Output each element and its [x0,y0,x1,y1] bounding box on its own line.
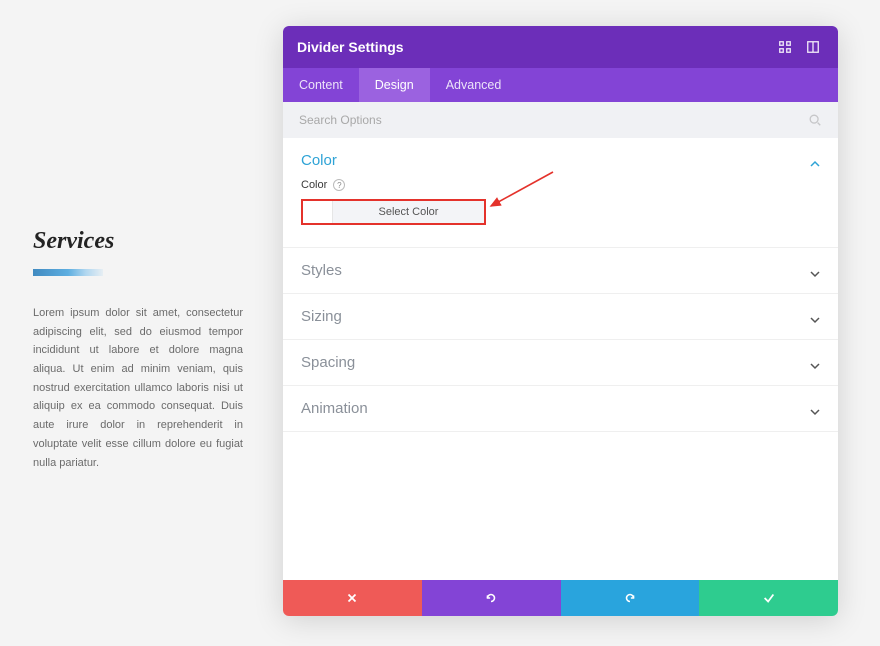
search-icon [808,113,822,127]
save-button[interactable] [699,580,838,616]
color-label-text: Color [301,179,327,191]
modal-header: Divider Settings [283,26,838,68]
section-spacing-header[interactable]: Spacing [283,340,838,385]
section-styles-title: Styles [301,262,342,279]
section-sizing-title: Sizing [301,308,342,325]
section-color: Color Color ? Select Color [283,138,838,248]
section-animation-title: Animation [301,400,368,417]
tab-design[interactable]: Design [359,68,430,102]
section-styles: Styles [283,248,838,294]
section-animation: Animation [283,386,838,432]
section-styles-header[interactable]: Styles [283,248,838,293]
settings-body: Color Color ? Select Color Styles [283,138,838,580]
cancel-button[interactable] [283,580,422,616]
section-sizing: Sizing [283,294,838,340]
chevron-down-icon [810,404,820,414]
chevron-up-icon [810,156,820,166]
divider-settings-modal: Divider Settings Content Design Advanced… [283,26,838,616]
services-divider-line [33,269,103,276]
search-input[interactable] [299,113,808,127]
section-color-title: Color [301,152,337,169]
chevron-down-icon [810,358,820,368]
redo-button[interactable] [561,580,700,616]
select-color-button[interactable]: Select Color [333,201,484,223]
tab-content[interactable]: Content [283,68,359,102]
section-spacing: Spacing [283,340,838,386]
modal-tabs: Content Design Advanced [283,68,838,102]
color-selector: Select Color [301,199,486,225]
snap-icon[interactable] [802,36,824,58]
section-animation-header[interactable]: Animation [283,386,838,431]
search-row [283,102,838,138]
help-icon[interactable]: ? [333,179,345,191]
section-spacing-title: Spacing [301,354,355,371]
chevron-down-icon [810,312,820,322]
section-color-header[interactable]: Color [301,152,820,179]
tab-advanced[interactable]: Advanced [430,68,518,102]
color-swatch[interactable] [303,201,333,223]
services-module: Services Lorem ipsum dolor sit amet, con… [33,228,243,472]
services-heading: Services [33,228,243,255]
section-sizing-header[interactable]: Sizing [283,294,838,339]
modal-footer [283,580,838,616]
modal-title: Divider Settings [297,39,768,55]
color-field-label: Color ? [301,179,820,191]
undo-button[interactable] [422,580,561,616]
services-body-text: Lorem ipsum dolor sit amet, consectetur … [33,304,243,472]
expand-icon[interactable] [774,36,796,58]
chevron-down-icon [810,266,820,276]
